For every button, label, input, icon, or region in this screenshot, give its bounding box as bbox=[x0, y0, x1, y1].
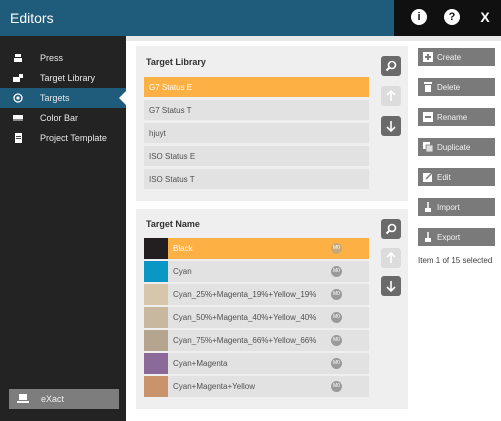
search-icon bbox=[385, 60, 397, 72]
panel-title: Target Name bbox=[146, 219, 200, 229]
export-icon bbox=[425, 232, 431, 242]
arrow-down-icon bbox=[386, 121, 396, 133]
list-item[interactable]: ISO Status T bbox=[144, 169, 369, 189]
active-indicator bbox=[119, 91, 126, 105]
color-swatch bbox=[144, 284, 168, 305]
window-title: Editors bbox=[10, 10, 54, 26]
measurement-mode-badge: M0 bbox=[331, 266, 342, 277]
device-button[interactable]: eXact bbox=[9, 389, 119, 409]
list-item[interactable]: G7 Status E bbox=[144, 77, 369, 97]
list-item[interactable]: hjuyt bbox=[144, 123, 369, 143]
table-row[interactable]: Cyan+Magenta+Yellow M0 bbox=[144, 376, 369, 397]
rename-button[interactable]: Rename bbox=[418, 108, 495, 126]
duplicate-icon bbox=[423, 142, 433, 152]
target-name-label: Black bbox=[173, 244, 193, 253]
target-name-label: Cyan_75%+Magenta_66%+Yellow_66% bbox=[173, 336, 317, 345]
edit-button[interactable]: Edit bbox=[418, 168, 495, 186]
list-item[interactable]: ISO Status E bbox=[144, 146, 369, 166]
delete-icon bbox=[424, 82, 432, 92]
list-item[interactable]: G7 Status T bbox=[144, 100, 369, 120]
help-button[interactable]: ? bbox=[441, 6, 463, 28]
import-icon bbox=[425, 202, 431, 212]
table-row[interactable]: Cyan_25%+Magenta_19%+Yellow_19% M0 bbox=[144, 284, 369, 305]
sidebar-item-label: Targets bbox=[40, 93, 70, 103]
sidebar-item-target-library[interactable]: Target Library bbox=[0, 68, 126, 88]
library-move-up-button[interactable] bbox=[381, 86, 401, 106]
measurement-mode-badge: M0 bbox=[331, 335, 342, 346]
target-search-button[interactable] bbox=[381, 219, 401, 239]
target-name-label: Cyan_25%+Magenta_19%+Yellow_19% bbox=[173, 290, 317, 299]
sidebar-item-project-template[interactable]: Project Template bbox=[0, 128, 126, 148]
measurement-mode-badge: M0 bbox=[331, 289, 342, 300]
sidebar-item-label: Press bbox=[40, 53, 64, 63]
target-name-label: Cyan_50%+Magenta_40%+Yellow_40% bbox=[173, 313, 317, 322]
device-icon bbox=[17, 394, 29, 403]
target-name-label: Cyan+Magenta bbox=[173, 359, 228, 368]
measurement-mode-badge: M0 bbox=[331, 243, 342, 254]
color-bar-icon bbox=[13, 115, 23, 121]
edit-icon bbox=[423, 172, 433, 182]
title-bar-controls: i ? X bbox=[394, 0, 501, 36]
target-move-up-button[interactable] bbox=[381, 248, 401, 268]
sidebar: Press Target Library Targets Color Bar P… bbox=[0, 36, 126, 421]
color-swatch bbox=[144, 330, 168, 351]
sidebar-item-targets[interactable]: Targets bbox=[0, 88, 126, 108]
measurement-mode-badge: M0 bbox=[331, 381, 342, 392]
panel-title: Target Library bbox=[146, 57, 206, 67]
sidebar-item-label: Project Template bbox=[40, 133, 107, 143]
delete-button[interactable]: Delete bbox=[418, 78, 495, 96]
measurement-mode-badge: M0 bbox=[331, 312, 342, 323]
targets-icon bbox=[13, 93, 23, 103]
target-name-label: Cyan bbox=[173, 267, 192, 276]
selection-status: Item 1 of 15 selected bbox=[418, 256, 493, 265]
table-row[interactable]: Cyan+Magenta M0 bbox=[144, 353, 369, 374]
create-icon bbox=[423, 52, 433, 62]
project-template-icon bbox=[15, 133, 22, 143]
library-move-down-button[interactable] bbox=[381, 116, 401, 136]
color-swatch bbox=[144, 307, 168, 328]
sidebar-item-label: Color Bar bbox=[40, 113, 79, 123]
arrow-up-icon bbox=[386, 251, 396, 263]
top-separator bbox=[126, 36, 501, 41]
info-icon: i bbox=[411, 9, 427, 25]
target-library-icon bbox=[13, 74, 23, 82]
press-icon bbox=[14, 54, 22, 62]
library-search-button[interactable] bbox=[381, 56, 401, 76]
arrow-down-icon bbox=[386, 281, 396, 293]
rename-icon bbox=[423, 112, 433, 122]
search-icon bbox=[385, 223, 397, 235]
table-row[interactable]: Cyan_75%+Magenta_66%+Yellow_66% M0 bbox=[144, 330, 369, 351]
device-button-label: eXact bbox=[41, 394, 65, 404]
table-row[interactable]: Cyan M0 bbox=[144, 261, 369, 282]
arrow-up-icon bbox=[386, 89, 396, 101]
export-button[interactable]: Export bbox=[418, 228, 495, 246]
sidebar-item-color-bar[interactable]: Color Bar bbox=[0, 108, 126, 128]
import-button[interactable]: Import bbox=[418, 198, 495, 216]
close-button[interactable]: X bbox=[474, 6, 496, 28]
create-button[interactable]: Create bbox=[418, 48, 495, 66]
color-swatch bbox=[144, 238, 168, 259]
help-icon: ? bbox=[444, 9, 460, 25]
sidebar-item-label: Target Library bbox=[40, 73, 96, 83]
sidebar-item-press[interactable]: Press bbox=[0, 48, 126, 68]
color-swatch bbox=[144, 376, 168, 397]
close-icon: X bbox=[480, 9, 490, 25]
table-row[interactable]: Black M0 bbox=[144, 238, 369, 259]
color-swatch bbox=[144, 261, 168, 282]
target-move-down-button[interactable] bbox=[381, 276, 401, 296]
color-swatch bbox=[144, 353, 168, 374]
target-name-label: Cyan+Magenta+Yellow bbox=[173, 382, 255, 391]
duplicate-button[interactable]: Duplicate bbox=[418, 138, 495, 156]
measurement-mode-badge: M0 bbox=[331, 358, 342, 369]
table-row[interactable]: Cyan_50%+Magenta_40%+Yellow_40% M0 bbox=[144, 307, 369, 328]
info-button[interactable]: i bbox=[408, 6, 430, 28]
